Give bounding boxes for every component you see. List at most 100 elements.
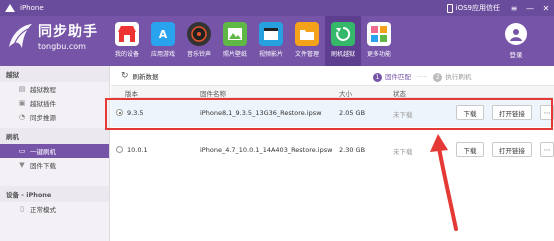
nav-label: 视频影片 — [258, 51, 283, 58]
nav-photos-wallpapers[interactable]: 照片壁纸 — [217, 16, 253, 66]
step-separator: ····· — [417, 72, 428, 81]
sidebar: 越狱 ▤ 越狱教程 ▣ 越狱插件 ◔ 同步推源 刷机 ▭ 一键刷机 ▼ 固件下载… — [0, 66, 110, 241]
login-label: 登录 — [509, 51, 523, 59]
main-header: 同步助手 tongbu.com 我的设备 A 应用游戏 音乐铃声 照片壁纸 视频… — [0, 16, 554, 66]
cell-firmware-name: iPhone_4.7_10.0.1_14A403_Restore.ipsw — [200, 146, 333, 154]
sidebar-header-device: 设备 - iPhone — [0, 186, 109, 202]
column-header-status: 状态 — [393, 90, 406, 98]
table-header: 版本 固件名称 大小 状态 — [111, 86, 554, 98]
music-icon — [187, 22, 211, 46]
brand-logo-icon — [9, 24, 32, 48]
sidebar-item-tongbutui-source[interactable]: ◔ 同步推源 — [0, 110, 109, 124]
more-button[interactable]: ⋯ — [540, 105, 554, 120]
sidebar-item-label: 正常模式 — [30, 206, 56, 214]
column-header-size: 大小 — [339, 90, 352, 98]
sidebar-item-label: 同步推源 — [30, 114, 56, 122]
cell-version: 9.3.5 — [127, 109, 144, 117]
open-link-button[interactable]: 打开链接 — [492, 142, 532, 157]
source-icon: ◔ — [18, 113, 26, 121]
sidebar-header-flash: 刷机 — [0, 128, 109, 144]
nav-flash-jailbreak[interactable]: 刷机越狱 — [325, 16, 361, 66]
brand: 同步助手 tongbu.com — [6, 21, 98, 51]
sidebar-item-jailbreak-plugins[interactable]: ▣ 越狱插件 — [0, 96, 109, 110]
nav-label: 更多功能 — [366, 51, 391, 58]
sidebar-item-label: 越狱教程 — [30, 86, 56, 94]
nav-apps-games[interactable]: A 应用游戏 — [145, 16, 181, 66]
step-label: 固件匹配 — [385, 73, 411, 81]
main-panel: ↻ 刷新数据 1 固件匹配 ····· 2 执行刷机 版本 固件名称 大小 状态 9… — [111, 66, 554, 241]
sidebar-item-label: 一键刷机 — [30, 148, 56, 156]
step-number: 1 — [373, 73, 382, 82]
cell-firmware-name: iPhone8,1_9.3.5_13G36_Restore.ipsw — [200, 109, 322, 117]
folder-icon — [295, 22, 319, 46]
refresh-data-button[interactable]: ↻ 刷新数据 — [121, 71, 159, 81]
sidebar-item-normal-mode[interactable]: ▯ 正常模式 — [0, 202, 109, 216]
close-icon[interactable]: ✕ — [538, 0, 554, 16]
step-label: 执行刷机 — [445, 73, 472, 81]
sidebar-header-jailbreak: 越狱 — [0, 66, 109, 82]
open-link-button[interactable]: 打开链接 — [492, 105, 532, 120]
nav-my-device[interactable]: 我的设备 — [109, 16, 145, 66]
menu-icon[interactable]: ≡ — [506, 0, 522, 16]
grid-icon — [367, 22, 391, 46]
cell-status: 未下载 — [393, 148, 413, 156]
book-icon: ▤ — [18, 85, 26, 93]
nav-videos[interactable]: 视频影片 — [253, 16, 289, 66]
step-indicator: 1 固件匹配 ····· 2 执行刷机 — [373, 71, 471, 82]
ios-trust-label: iOS9应用信任 — [455, 4, 500, 12]
refresh-label: 刷新数据 — [132, 72, 159, 81]
table-row[interactable]: 9.3.5 iPhone8,1_9.3.5_13G36_Restore.ipsw… — [111, 99, 554, 127]
nav-label: 我的设备 — [114, 51, 139, 58]
download-button[interactable]: 下载 — [456, 142, 484, 157]
download-button[interactable]: 下载 — [456, 105, 484, 120]
row-select-radio[interactable] — [116, 109, 123, 116]
column-header-version: 版本 — [125, 90, 138, 98]
store-icon — [115, 22, 139, 46]
row-select-radio[interactable] — [116, 146, 123, 153]
step-number: 2 — [433, 73, 443, 82]
step-execute-flash: 2 执行刷机 — [433, 71, 471, 82]
download-icon: ▼ — [19, 161, 25, 169]
sidebar-item-firmware-download[interactable]: ▼ 固件下载 — [0, 158, 109, 172]
nav-music-ringtones[interactable]: 音乐铃声 — [181, 16, 217, 66]
nav-file-manager[interactable]: 文件管理 — [289, 16, 325, 66]
nav-label: 刷机越狱 — [330, 51, 355, 58]
device-icon: ▯ — [20, 205, 24, 213]
refresh-icon: ↻ — [121, 70, 129, 81]
sidebar-item-label: 越狱插件 — [30, 100, 56, 108]
plugin-icon: ▣ — [18, 99, 26, 107]
refresh-icon — [331, 22, 355, 46]
top-nav: 我的设备 A 应用游戏 音乐铃声 照片壁纸 视频影片 文件管理 刷机越狱 更多功… — [109, 16, 397, 66]
more-button[interactable]: ⋯ — [540, 142, 554, 157]
minimize-icon[interactable]: — — [522, 0, 538, 16]
window-title: iPhone — [20, 4, 44, 12]
cell-size: 2.30 GB — [339, 146, 366, 154]
nav-label: 照片壁纸 — [222, 51, 247, 58]
sidebar-item-label: 固件下载 — [30, 162, 56, 170]
nav-more-features[interactable]: 更多功能 — [361, 16, 397, 66]
cell-status: 未下载 — [393, 111, 413, 119]
phone-icon — [446, 3, 453, 13]
toolbar: ↻ 刷新数据 1 固件匹配 ····· 2 执行刷机 — [111, 66, 554, 86]
user-avatar-icon — [505, 23, 527, 45]
sidebar-item-one-click-flash[interactable]: ▭ 一键刷机 — [0, 144, 109, 158]
cell-size: 2.05 GB — [339, 109, 366, 117]
table-row[interactable]: 10.0.1 iPhone_4.7_10.0.1_14A403_Restore.… — [111, 136, 554, 164]
title-bar: iPhone iOS9应用信任 ≡ — ✕ — [0, 0, 554, 16]
login-button[interactable]: 登录 — [498, 23, 534, 59]
nav-label: 文件管理 — [294, 51, 319, 58]
ios-trust-status[interactable]: iOS9应用信任 — [446, 3, 500, 13]
app-logo-icon — [3, 2, 17, 14]
flash-icon: ▭ — [18, 147, 26, 155]
column-header-firmware-name: 固件名称 — [200, 90, 226, 98]
photo-icon — [223, 22, 247, 46]
video-icon — [259, 22, 283, 46]
sidebar-item-jailbreak-tutorial[interactable]: ▤ 越狱教程 — [0, 82, 109, 96]
nav-label: 音乐铃声 — [186, 51, 211, 58]
brand-url: tongbu.com — [38, 42, 86, 51]
appstore-icon: A — [151, 22, 175, 46]
nav-label: 应用游戏 — [150, 51, 175, 58]
brand-name: 同步助手 — [38, 24, 98, 40]
cell-version: 10.0.1 — [127, 146, 148, 154]
step-firmware-match: 1 固件匹配 — [373, 71, 411, 82]
